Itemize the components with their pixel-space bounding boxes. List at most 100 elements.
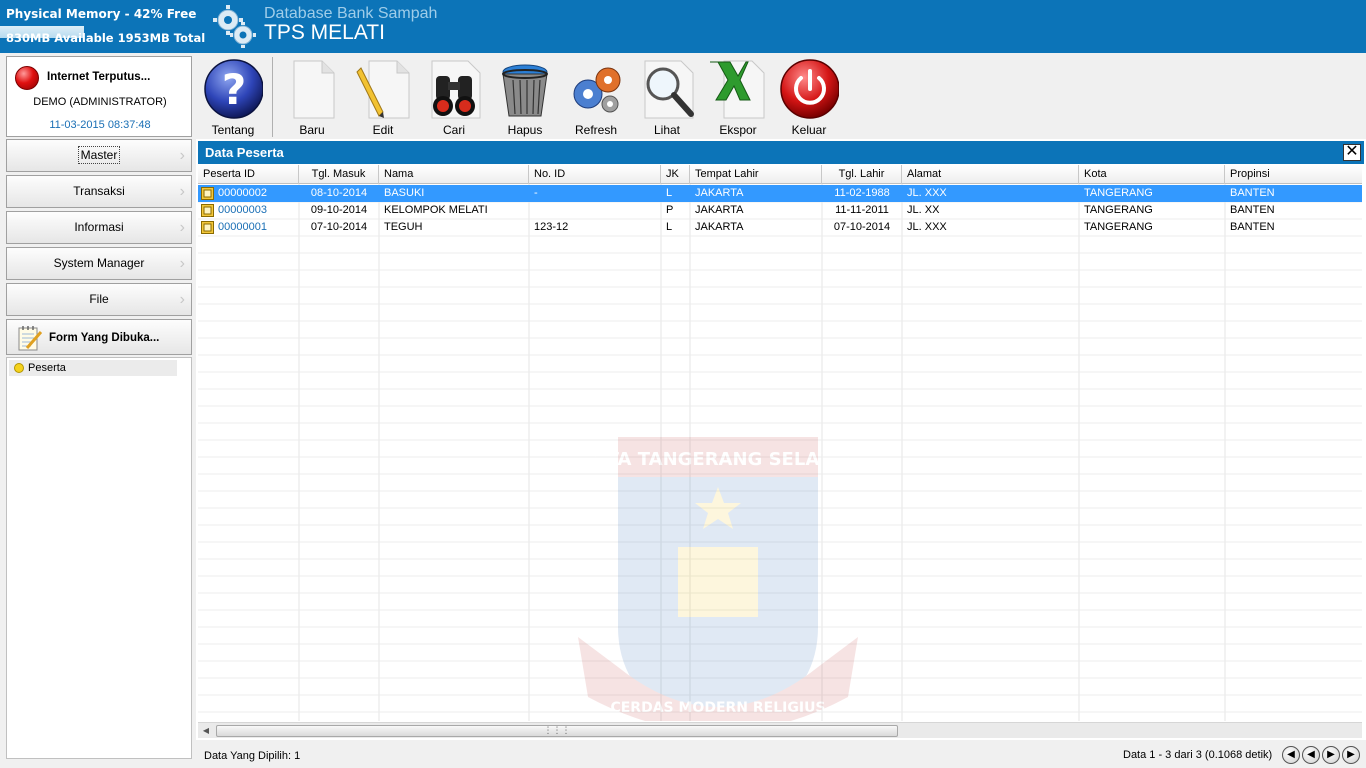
col-nama[interactable]: Nama xyxy=(379,165,529,184)
table-row[interactable]: 00000002 08-10-2014 BASUKI - L JAKARTA 11-02-1… xyxy=(198,185,1362,202)
cell-tgl-masuk: 08-10-2014 xyxy=(310,187,368,199)
cell-nama: BASUKI xyxy=(384,187,425,199)
cell-alamat: JL. XX xyxy=(907,204,940,216)
tentang-button[interactable]: ? Tentang xyxy=(198,53,268,139)
help-icon: ? xyxy=(203,58,264,120)
col-jk[interactable]: JK xyxy=(661,165,690,184)
first-page-button[interactable]: ◀ xyxy=(1282,746,1300,764)
cell-no-id: - xyxy=(534,187,538,199)
cell-alamat: JL. XXX xyxy=(907,221,947,233)
last-page-button[interactable]: ▶ xyxy=(1342,746,1360,764)
app-title: TPS MELATI xyxy=(264,21,385,44)
open-form-item-peserta[interactable]: Peserta xyxy=(9,360,177,376)
cell-peserta-id: 00000002 xyxy=(218,187,267,199)
table-row[interactable]: 00000003 09-10-2014 KELOMPOK MELATI P JAKART… xyxy=(198,202,1362,219)
trash-bin-icon xyxy=(495,58,555,120)
main-toolbar: ? Tentang Baru Edit Cari Hapus Refresh L… xyxy=(196,53,1366,139)
chevron-right-icon: › xyxy=(179,291,185,308)
edit-label: Edit xyxy=(372,123,394,137)
menu-file-button[interactable]: File › xyxy=(6,283,192,316)
menu-system-manager-button[interactable]: System Manager › xyxy=(6,247,192,280)
svg-text:?: ? xyxy=(222,65,246,114)
scroll-left-icon[interactable]: ◀ xyxy=(198,724,214,738)
status-indicator-icon xyxy=(15,66,39,90)
paging-info: Data 1 - 3 dari 3 (0.1068 detik) xyxy=(1123,749,1273,761)
cell-tgl-masuk: 09-10-2014 xyxy=(310,204,368,216)
menu-system-manager-label: System Manager xyxy=(53,256,145,270)
col-kota[interactable]: Kota xyxy=(1079,165,1225,184)
last-page-icon: ▶ xyxy=(1347,749,1355,760)
table-row[interactable]: 00000001 07-10-2014 TEGUH 123-12 L JAKARTA 07-… xyxy=(198,219,1362,236)
left-sidebar: Internet Terputus... DEMO (ADMINISTRATOR… xyxy=(0,53,196,768)
current-datetime: 11-03-2015 08:37:48 xyxy=(49,119,151,131)
prev-page-icon: ◀ xyxy=(1307,749,1315,760)
col-propinsi[interactable]: Propinsi xyxy=(1225,165,1362,184)
form-dot-icon xyxy=(14,363,24,373)
col-alamat[interactable]: Alamat xyxy=(902,165,1079,184)
lihat-button[interactable]: Lihat xyxy=(632,53,702,139)
menu-informasi-button[interactable]: Informasi › xyxy=(6,211,192,244)
chevron-right-icon: › xyxy=(179,147,185,164)
col-tgl-masuk[interactable]: Tgl. Masuk xyxy=(299,165,379,184)
panel-title-text: Data Peserta xyxy=(205,145,284,160)
edit-pencil-icon xyxy=(353,58,413,120)
power-off-icon xyxy=(779,58,840,120)
binoculars-icon xyxy=(424,58,484,120)
open-forms-header[interactable]: Form Yang Dibuka... xyxy=(6,319,192,355)
menu-master-button[interactable]: Master › xyxy=(6,139,192,172)
col-no-id[interactable]: No. ID xyxy=(529,165,661,184)
cell-peserta-id: 00000003 xyxy=(218,204,267,216)
kota-tangerang-selatan-emblem: KOTA TANGERANG SELATAN CERDAS MODERN REL… xyxy=(578,437,858,721)
keluar-button[interactable]: Keluar xyxy=(774,53,844,139)
cell-alamat: JL. XXX xyxy=(907,187,947,199)
refresh-button[interactable]: Refresh xyxy=(561,53,631,139)
cell-peserta-id: 00000001 xyxy=(218,221,267,233)
memory-total-text: 830MB Available 1953MB Total xyxy=(6,31,206,45)
open-forms-label: Form Yang Dibuka... xyxy=(49,332,160,344)
status-bar: Data Yang Dipilih: 1 Data 1 - 3 dari 3 (… xyxy=(196,740,1366,768)
col-tgl-lahir[interactable]: Tgl. Lahir xyxy=(822,165,902,184)
menu-master-label: Master xyxy=(77,146,121,164)
cari-label: Cari xyxy=(442,123,465,137)
col-peserta-id[interactable]: Peserta ID xyxy=(198,165,299,184)
prev-page-button[interactable]: ◀ xyxy=(1302,746,1320,764)
edit-button[interactable]: Edit xyxy=(348,53,418,139)
menu-file-label: File xyxy=(89,292,109,306)
first-page-icon: ◀ xyxy=(1287,749,1295,760)
cell-no-id: 123-12 xyxy=(534,221,569,233)
ekspor-button[interactable]: Ekspor xyxy=(703,53,773,139)
scroll-thumb[interactable]: ⋮⋮⋮ xyxy=(216,725,898,737)
watermark-top-text: KOTA TANGERANG SELATAN xyxy=(578,449,858,470)
data-peserta-panel: Data Peserta ✕ KOTA TANGERANG SELATAN CE… xyxy=(196,139,1366,768)
notepad-icon xyxy=(15,324,43,355)
cell-tgl-lahir: 11-02-1988 xyxy=(834,187,890,199)
hapus-button[interactable]: Hapus xyxy=(490,53,560,139)
horizontal-scrollbar[interactable]: ◀ ⋮⋮⋮ xyxy=(198,722,1362,738)
baru-label: Baru xyxy=(299,123,325,137)
cari-button[interactable]: Cari xyxy=(419,53,489,139)
cell-propinsi: BANTEN xyxy=(1230,187,1275,199)
magnifier-icon xyxy=(637,58,697,120)
open-forms-list: Peserta xyxy=(6,357,192,759)
next-page-button[interactable]: ▶ xyxy=(1322,746,1340,764)
cell-nama: KELOMPOK MELATI xyxy=(384,204,488,216)
cell-tempat-lahir: JAKARTA xyxy=(695,221,744,233)
menu-transaksi-button[interactable]: Transaksi › xyxy=(6,175,192,208)
connection-status-text: Internet Terputus... xyxy=(47,71,151,83)
tentang-label: Tentang xyxy=(211,123,255,137)
hapus-label: Hapus xyxy=(507,123,543,137)
chevron-right-icon: › xyxy=(179,219,185,236)
memory-info: Physical Memory - 42% Free 830MB Availab… xyxy=(0,6,206,47)
baru-button[interactable]: Baru xyxy=(277,53,347,139)
menu-transaksi-label: Transaksi xyxy=(73,184,125,198)
column-headers: Peserta ID Tgl. Masuk Nama No. ID JK Tem… xyxy=(198,165,1362,184)
col-tempat-lahir[interactable]: Tempat Lahir xyxy=(690,165,822,184)
menu-informasi-label: Informasi xyxy=(74,220,124,234)
ekspor-label: Ekspor xyxy=(719,123,757,137)
app-gear-icon xyxy=(210,2,258,53)
current-user: DEMO (ADMINISTRATOR) xyxy=(33,96,167,108)
cell-tgl-lahir: 11-11-2011 xyxy=(835,204,889,216)
memory-free-text: Physical Memory - 42% Free xyxy=(6,7,197,21)
close-panel-button[interactable]: ✕ xyxy=(1343,144,1361,161)
connection-status-box: Internet Terputus... DEMO (ADMINISTRATOR… xyxy=(6,56,192,137)
